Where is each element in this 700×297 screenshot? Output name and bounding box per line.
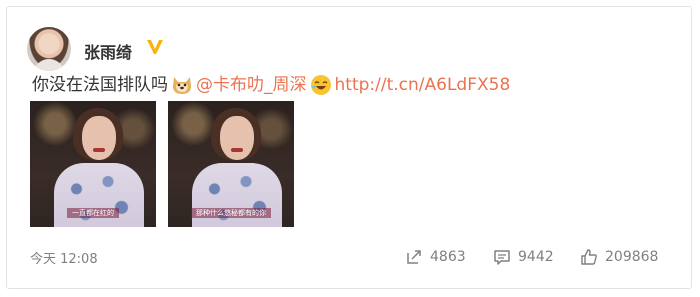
like-button[interactable]: 209868 (580, 247, 658, 267)
repost-count: 4863 (430, 249, 466, 265)
thumbs-up-icon (581, 249, 597, 265)
image-lips (231, 148, 243, 152)
user-avatar[interactable] (27, 27, 71, 71)
repost-icon (407, 250, 421, 264)
image-face (220, 116, 254, 160)
repost-button[interactable]: 4863 (405, 247, 466, 267)
post-text-body: 你没在法国排队吗 (32, 75, 168, 95)
short-url-link[interactable]: http://t.cn/A6LdFX58 (335, 75, 511, 95)
comment-count: 9442 (518, 249, 554, 265)
image-subtitle: 那种什么悠秘都有的你 (168, 208, 294, 218)
post-text: 你没在法国排队吗 @卡布叻_周深 http://t.cn/A6LdFX58 (32, 72, 510, 98)
avatar-shoulders (33, 59, 65, 71)
username[interactable]: 张雨绮 (84, 39, 132, 63)
post-timestamp[interactable]: 今天 12:08 (30, 248, 98, 267)
mention-link[interactable]: @卡布叻_周深 (196, 75, 307, 95)
post-image-2[interactable]: 那种什么悠秘都有的你 (168, 101, 294, 227)
post-image-1[interactable]: 一直都在红的 (30, 101, 156, 227)
comment-icon (494, 250, 510, 265)
laugh-emoji-icon (310, 75, 331, 95)
image-face (82, 116, 116, 160)
verified-badge-icon (147, 40, 163, 54)
comment-button[interactable]: 9442 (493, 247, 554, 267)
image-lips (93, 148, 105, 152)
image-subtitle: 一直都在红的 (30, 208, 156, 218)
doge-emoji-icon (173, 77, 191, 94)
like-count: 209868 (605, 249, 659, 265)
